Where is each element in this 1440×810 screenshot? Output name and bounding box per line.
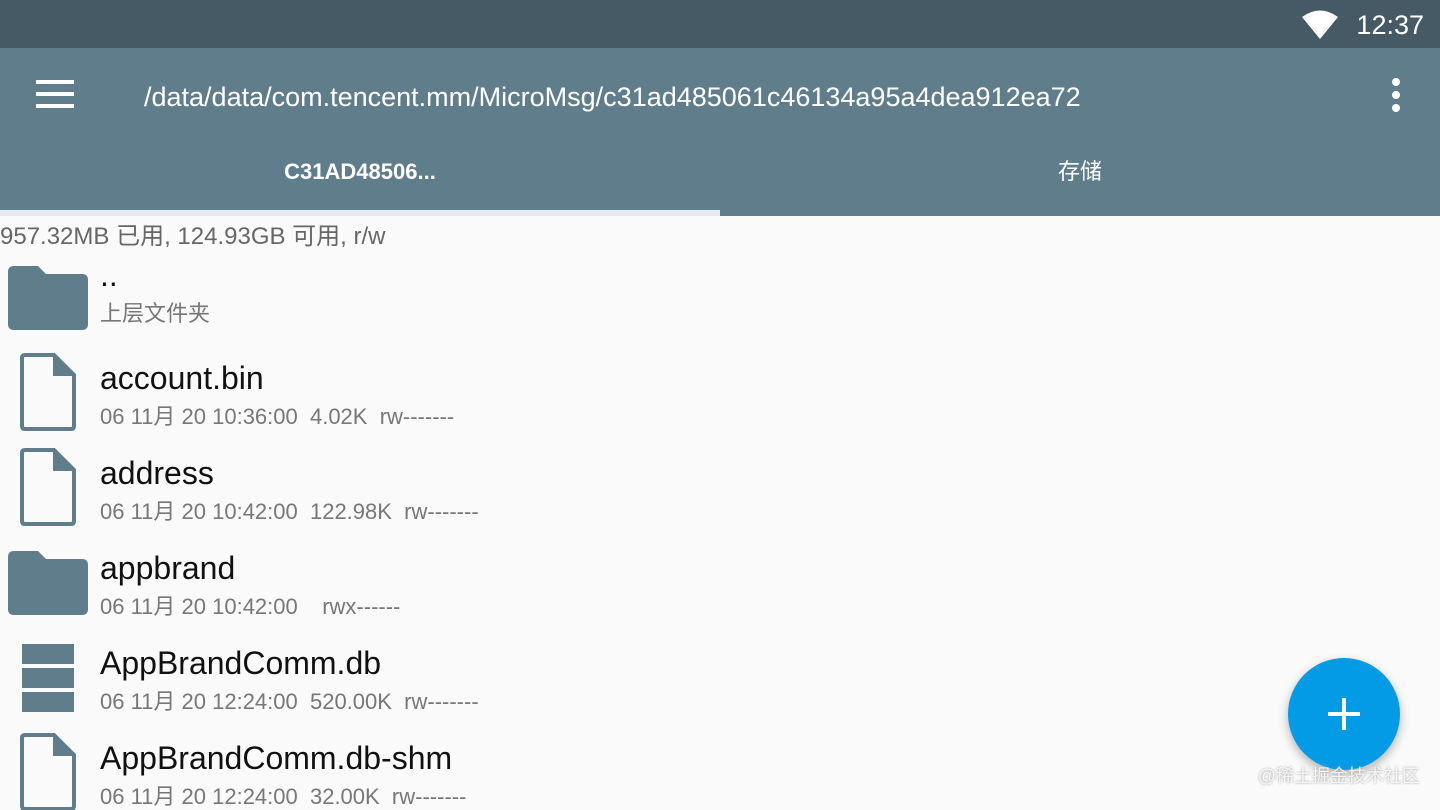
- current-path: /data/data/com.tencent.mm/MicroMsg/c31ad…: [144, 82, 1081, 112]
- tab-storage[interactable]: 存储: [720, 144, 1440, 216]
- folder-icon: [8, 266, 88, 330]
- list-item-parent[interactable]: .. 上层文件夹: [0, 250, 1440, 345]
- tab-indicator: [0, 210, 720, 216]
- file-name: appbrand: [100, 550, 236, 586]
- file-meta: 06 11月 20 10:42:00 rwx------: [100, 594, 401, 619]
- storage-info: 957.32MB 已用, 124.93GB 可用, r/w: [0, 223, 386, 250]
- file-icon: [20, 448, 76, 526]
- file-icon: [20, 733, 76, 810]
- list-item[interactable]: account.bin 06 11月 20 10:36:00 4.02K rw-…: [0, 345, 1440, 440]
- file-meta: 06 11月 20 10:42:00 122.98K rw-------: [100, 499, 479, 524]
- watermark: @稀土掘金技术社区: [1257, 766, 1420, 786]
- plus-icon: [1328, 698, 1360, 730]
- status-time: 12:37: [1356, 10, 1424, 40]
- add-fab-button[interactable]: [1288, 658, 1400, 770]
- file-name: address: [100, 455, 214, 491]
- database-icon: [22, 644, 74, 712]
- wifi-icon: [1302, 10, 1338, 39]
- file-meta: 上层文件夹: [100, 301, 211, 326]
- app-toolbar: /data/data/com.tencent.mm/MicroMsg/c31ad…: [0, 48, 1440, 216]
- hamburger-icon[interactable]: [36, 80, 76, 112]
- file-name: ..: [100, 257, 118, 293]
- file-icon: [20, 353, 76, 431]
- tab-current-folder[interactable]: C31AD48506...: [0, 144, 720, 216]
- file-meta: 06 11月 20 12:24:00 32.00K rw-------: [100, 784, 467, 809]
- file-meta: 06 11月 20 10:36:00 4.02K rw-------: [100, 404, 455, 429]
- folder-icon: [8, 551, 88, 615]
- file-name: AppBrandComm.db-shm: [100, 740, 453, 776]
- list-item[interactable]: appbrand 06 11月 20 10:42:00 rwx------: [0, 535, 1440, 630]
- list-item[interactable]: AppBrandComm.db-shm 06 11月 20 12:24:00 3…: [0, 725, 1440, 810]
- list-item[interactable]: AppBrandComm.db 06 11月 20 12:24:00 520.0…: [0, 630, 1440, 725]
- file-name: AppBrandComm.db: [100, 645, 382, 681]
- list-item[interactable]: address 06 11月 20 10:42:00 122.98K rw---…: [0, 440, 1440, 535]
- file-meta: 06 11月 20 12:24:00 520.00K rw-------: [100, 689, 479, 714]
- file-name: account.bin: [100, 360, 264, 396]
- status-bar: 12:37: [0, 0, 1440, 48]
- tab-bar: C31AD48506... 存储: [0, 144, 1440, 216]
- more-vert-icon[interactable]: [1389, 78, 1403, 114]
